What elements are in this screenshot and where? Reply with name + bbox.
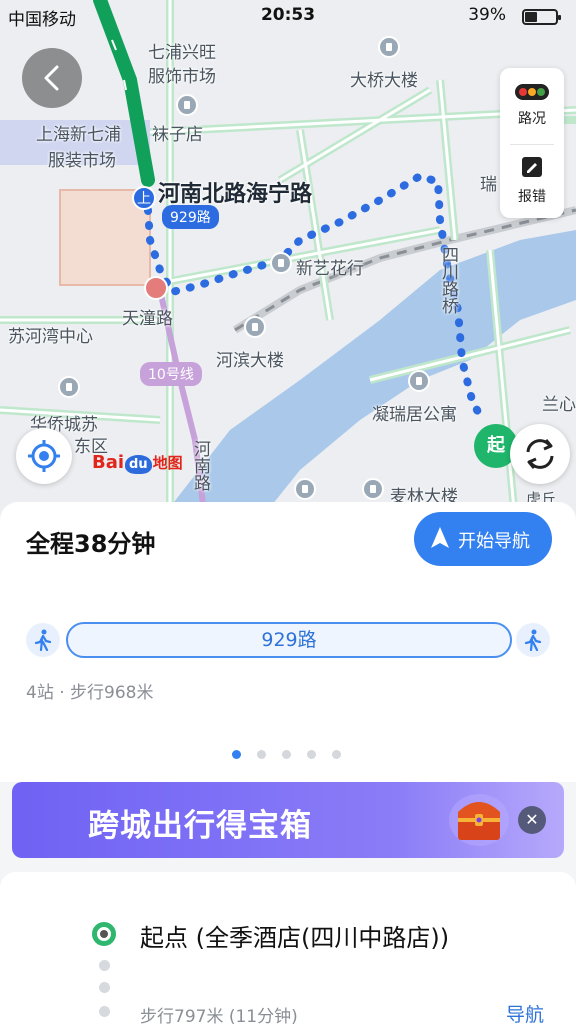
chevron-left-icon [44,65,59,91]
baidu-logo: Bai du 地图 [92,452,183,474]
map-label-daqiao: 大桥大楼 [350,71,418,91]
shop-icon [176,94,198,116]
page-dot [332,750,341,759]
metro-line-tag: 10号线 [140,362,202,386]
building-icon [58,376,80,398]
route-summary: 全程38分钟 [26,530,156,558]
flower-shop-icon [270,252,292,274]
map-label-road-main: 河南北路海宁路 [158,182,313,207]
refresh-button[interactable] [510,424,570,484]
page-indicator[interactable] [232,744,357,763]
route-steps: 起点 (全季酒店(四川中路店)) 步行797米 (11分钟) 导航 [0,872,576,1024]
map-label-xinyi: 新艺花行 [296,259,364,279]
walk-step-label: 步行797米 (11分钟) [140,1007,298,1024]
navigate-arrow-icon [431,527,449,548]
route-info: 4站 · 步行968米 [26,683,154,703]
map-label-ningrui: 凝瑞居公寓 [372,405,457,425]
bus-line-pill[interactable]: 929路 [66,622,512,658]
traffic-light-icon [515,84,549,100]
battery-percent: 39% [468,5,506,25]
battery-icon [522,9,561,25]
connector-dot [99,1006,110,1017]
promo-banner[interactable]: 跨城出行得宝箱 ✕ [12,782,564,858]
start-point-icon [92,922,116,946]
page-dot [282,750,291,759]
map-label-market-top: 七浦兴旺 [148,43,216,63]
map-label-tiantong: 天潼路 [122,309,173,329]
map-label-henan-road: 河南路 [190,440,210,491]
treasure-chest-icon [449,794,509,846]
building-icon [362,478,384,500]
connector-dot [99,960,110,971]
apartment-icon [408,370,430,392]
metro-station-icon[interactable] [144,276,168,300]
map-label-lan: 兰心 [542,395,576,415]
map-label-shanghai-b: 服装市场 [48,151,116,171]
edit-icon [522,157,542,177]
building-icon [244,316,266,338]
divider [510,144,554,145]
building-icon [378,36,400,58]
walk-icon [26,623,60,657]
start-point-label: 起点 (全季酒店(四川中路店)) [140,924,450,952]
battery-level [525,12,537,22]
status-bar: 中国移动 20:53 39% [0,0,576,32]
map-label-rui: 瑞 [480,175,497,195]
map-label-hebin: 河滨大楼 [216,351,284,371]
start-navigation-button[interactable]: 开始导航 [414,512,552,566]
connector-dot [99,982,110,993]
report-button[interactable]: 报错 [500,156,564,206]
boarding-marker[interactable]: 上 [132,186,156,210]
traffic-label: 路况 [518,111,546,127]
close-icon[interactable]: ✕ [518,806,546,834]
report-label: 报错 [518,189,546,205]
map-label-shanghai-a: 上海新七浦 [36,125,121,145]
refresh-icon [526,439,554,469]
locate-button[interactable] [16,428,72,484]
page-dot [307,750,316,759]
building-icon [294,478,316,500]
map-label-sock: 袜子店 [152,125,203,145]
locate-icon [28,440,60,472]
traffic-button[interactable]: 路况 [500,84,564,128]
bus-tag: 929路 [162,205,219,229]
walk-icon [516,623,550,657]
map-label-sichuan-bridge: 四川路桥 [438,246,458,314]
route-sheet: 全程38分钟 开始导航 929路 4站 · 步行968米 [0,502,576,782]
step-navigation-link[interactable]: 导航 [506,1000,544,1024]
promo-title: 跨城出行得宝箱 [88,808,312,844]
map-label-suhe: 苏河湾中心 [8,327,93,347]
map-tools-panel: 路况 报错 [500,68,564,218]
page-dot [257,750,266,759]
page-dot [232,750,241,759]
back-button[interactable] [22,48,82,108]
map-view[interactable]: 中国移动 20:53 39% 七浦兴旺 服饰市场 大桥大楼 上海新七浦 服装市场… [0,0,576,520]
map-label-market-top-2: 服饰市场 [148,67,216,87]
start-navigation-label: 开始导航 [458,531,530,552]
